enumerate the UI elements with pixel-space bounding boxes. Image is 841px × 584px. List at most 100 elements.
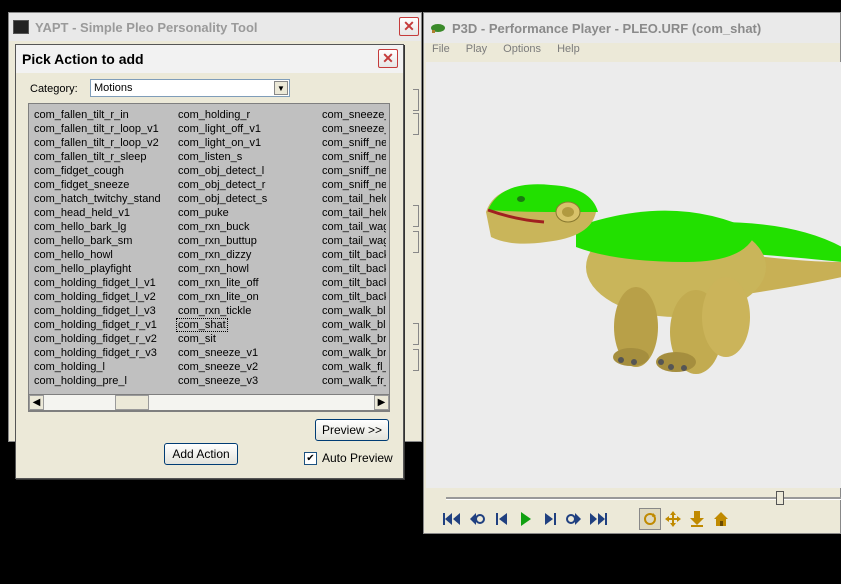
list-item[interactable]: com_tail_wag [322, 220, 386, 234]
list-item[interactable]: com_fallen_tilt_r_in [34, 108, 161, 122]
list-item[interactable]: com_puke [178, 206, 267, 220]
step-back-icon[interactable] [492, 510, 512, 528]
list-item[interactable]: com_holding_fidget_r_v1 [34, 318, 161, 332]
menu-help[interactable]: Help [557, 43, 580, 61]
list-item[interactable]: com_fallen_tilt_r_loop_v2 [34, 136, 161, 150]
yapt-titlebar[interactable]: YAPT - Simple Pleo Personality Tool [9, 13, 421, 41]
yapt-edge-button[interactable] [413, 113, 419, 135]
list-item[interactable]: com_sit [178, 332, 267, 346]
list-item[interactable]: com_walk_br [322, 346, 386, 360]
list-item[interactable]: com_shat [176, 318, 267, 332]
home-icon[interactable] [711, 510, 731, 528]
scroll-left-icon[interactable]: ◀ [29, 395, 44, 410]
timeline-slider[interactable] [446, 491, 841, 505]
list-item[interactable]: com_tilt_back [322, 248, 386, 262]
list-item[interactable]: com_sneeze_v2 [178, 360, 267, 374]
yapt-close-icon[interactable]: ✕ [399, 17, 419, 36]
yapt-edge-button[interactable] [413, 349, 419, 371]
list-item[interactable]: com_obj_detect_r [178, 178, 267, 192]
list-item[interactable]: com_obj_detect_l [178, 164, 267, 178]
list-item[interactable]: com_light_on_v1 [178, 136, 267, 150]
list-item[interactable]: com_tail_held [322, 206, 386, 220]
list-item[interactable]: com_tilt_back [322, 290, 386, 304]
list-item[interactable]: com_walk_br [322, 332, 386, 346]
list-item[interactable]: com_sniff_neu [322, 178, 386, 192]
dialog-titlebar[interactable]: Pick Action to add [16, 45, 403, 73]
preview-button[interactable]: Preview >> [315, 419, 389, 441]
step-forward-key-icon[interactable] [564, 510, 584, 528]
list-item[interactable]: com_sneeze_v3 [178, 374, 267, 388]
3d-viewport[interactable] [426, 62, 841, 488]
list-item[interactable]: com_fallen_tilt_r_loop_v1 [34, 122, 161, 136]
list-item[interactable]: com_hello_bark_sm [34, 234, 161, 248]
menu-file[interactable]: File [432, 43, 450, 61]
list-item[interactable]: com_sneeze_v [322, 108, 386, 122]
yapt-edge-button[interactable] [413, 323, 419, 345]
list-item[interactable]: com_walk_bl [322, 304, 386, 318]
list-item[interactable]: com_rxn_buttup [178, 234, 267, 248]
list-item[interactable]: com_holding_fidget_l_v2 [34, 290, 161, 304]
list-item[interactable]: com_holding_fidget_l_v3 [34, 304, 161, 318]
checkbox-check-icon[interactable]: ✔ [304, 451, 317, 465]
list-item[interactable]: com_tail_held [322, 192, 386, 206]
list-item[interactable]: com_holding_fidget_r_v3 [34, 346, 161, 360]
loop-toggle-icon[interactable] [639, 508, 661, 530]
list-item[interactable]: com_rxn_lite_on [178, 290, 267, 304]
list-item[interactable]: com_walk_fl_v [322, 360, 386, 374]
list-item[interactable]: com_sniff_neu [322, 164, 386, 178]
menu-options[interactable]: Options [503, 43, 541, 61]
play-icon[interactable] [516, 510, 536, 528]
add-action-button[interactable]: Add Action [164, 443, 238, 465]
step-back-key-icon[interactable] [467, 510, 487, 528]
list-item[interactable]: com_fidget_cough [34, 164, 161, 178]
list-item[interactable]: com_tilt_back [322, 262, 386, 276]
list-item[interactable]: com_listen_s [178, 150, 267, 164]
category-select[interactable]: Motions ▼ [90, 79, 290, 97]
list-item[interactable]: com_rxn_dizzy [178, 248, 267, 262]
list-item[interactable]: com_sneeze_v [322, 122, 386, 136]
list-item[interactable]: com_rxn_howl [178, 262, 267, 276]
list-item[interactable]: com_obj_detect_s [178, 192, 267, 206]
list-item[interactable]: com_hatch_twitchy_stand [34, 192, 161, 206]
yapt-edge-button[interactable] [413, 231, 419, 253]
list-item[interactable]: com_rxn_lite_off [178, 276, 267, 290]
chevron-down-icon[interactable]: ▼ [274, 81, 288, 95]
skip-to-end-icon[interactable] [588, 510, 608, 528]
list-item[interactable]: com_sneeze_v1 [178, 346, 267, 360]
dialog-close-icon[interactable]: ✕ [378, 49, 398, 68]
list-item[interactable]: com_hello_bark_lg [34, 220, 161, 234]
timeline-slider-thumb[interactable] [775, 491, 784, 505]
yapt-edge-button[interactable] [413, 89, 419, 111]
list-item[interactable]: com_fallen_tilt_r_sleep [34, 150, 161, 164]
list-item[interactable]: com_rxn_tickle [178, 304, 267, 318]
drop-down-icon[interactable] [687, 510, 707, 528]
list-item[interactable]: com_rxn_buck [178, 220, 267, 234]
list-item[interactable]: com_head_held_v1 [34, 206, 161, 220]
list-item[interactable]: com_sniff_neu [322, 150, 386, 164]
list-item[interactable]: com_light_off_v1 [178, 122, 267, 136]
player-titlebar[interactable]: P3D - Performance Player - PLEO.URF (com… [424, 13, 840, 43]
yapt-edge-button[interactable] [413, 205, 419, 227]
list-item[interactable]: com_fidget_sneeze [34, 178, 161, 192]
list-item[interactable]: com_hello_playfight [34, 262, 161, 276]
scroll-right-icon[interactable]: ▶ [374, 395, 389, 410]
list-item[interactable]: com_sniff_neu [322, 136, 386, 150]
list-item[interactable]: com_walk_bl [322, 318, 386, 332]
skip-to-start-icon[interactable] [442, 510, 462, 528]
list-item[interactable]: com_hello_howl [34, 248, 161, 262]
scrollbar-thumb[interactable] [115, 395, 149, 410]
action-list[interactable]: com_fallen_tilt_r_in com_fallen_tilt_r_lo… [28, 103, 390, 412]
move-icon[interactable] [663, 510, 683, 528]
list-item[interactable]: com_walk_fr_v [322, 374, 386, 388]
list-item[interactable]: com_holding_l [34, 360, 161, 374]
menu-play[interactable]: Play [466, 43, 487, 61]
list-item[interactable]: com_holding_fidget_r_v2 [34, 332, 161, 346]
list-item[interactable]: com_tail_wag [322, 234, 386, 248]
list-item[interactable]: com_holding_pre_l [34, 374, 161, 388]
list-item[interactable]: com_holding_fidget_l_v1 [34, 276, 161, 290]
list-item[interactable]: com_tilt_back [322, 276, 386, 290]
horizontal-scrollbar[interactable]: ◀ ▶ [28, 394, 390, 411]
list-item[interactable]: com_holding_r [178, 108, 267, 122]
step-forward-icon[interactable] [540, 510, 560, 528]
auto-preview-checkbox[interactable]: ✔ Auto Preview [304, 451, 393, 465]
